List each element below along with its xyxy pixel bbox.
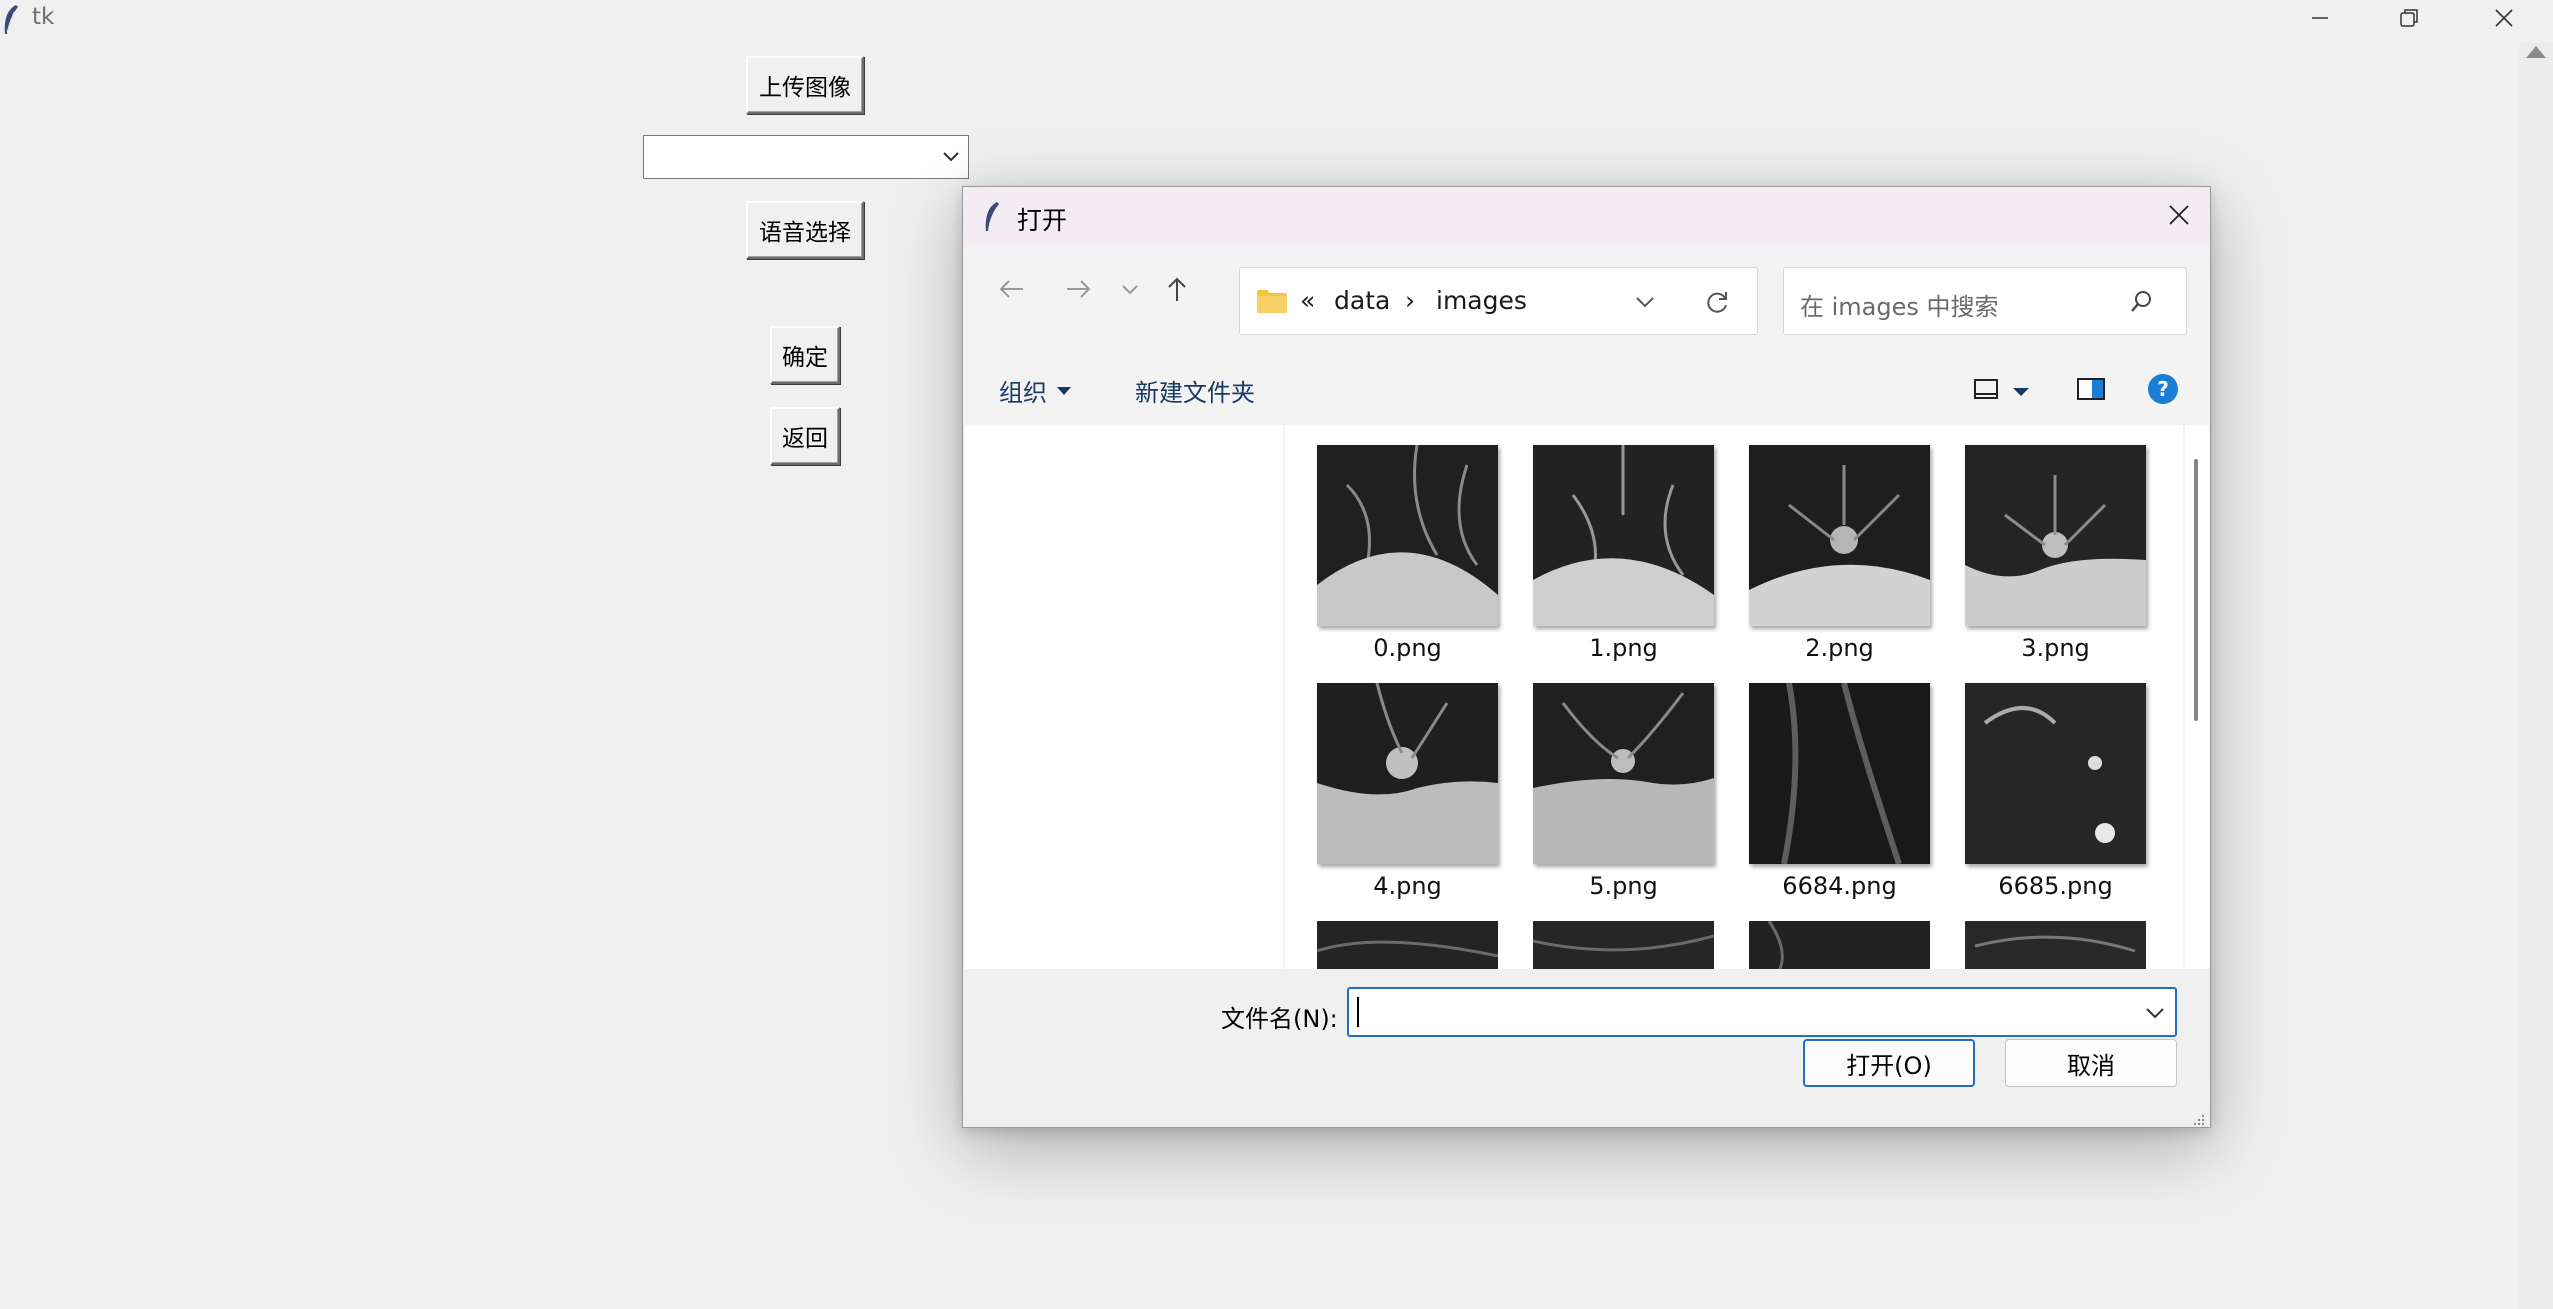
refresh-icon[interactable] (1704, 290, 1730, 320)
image-thumbnail (1533, 921, 1714, 969)
new-folder-button[interactable]: 新建文件夹 (1135, 359, 1255, 421)
breadcrumb-separator[interactable]: › (1405, 286, 1415, 315)
back-nav-button[interactable] (989, 269, 1033, 313)
image-thumbnail (1533, 445, 1714, 626)
back-arrow-icon (997, 277, 1025, 305)
address-history-chevron-icon[interactable] (1635, 294, 1655, 313)
breadcrumb-images[interactable]: images (1436, 286, 1527, 315)
preview-pane-icon[interactable] (2077, 377, 2105, 405)
close-icon (2167, 203, 2191, 231)
breadcrumb-data[interactable]: data (1334, 286, 1390, 315)
image-thumbnail (1533, 683, 1714, 864)
file-tile[interactable] (1749, 921, 1930, 969)
forward-arrow-icon (1065, 277, 1093, 305)
scroll-up-arrow-icon[interactable] (2526, 46, 2546, 58)
feather-icon (983, 201, 1001, 237)
image-thumbnail (1965, 445, 2146, 626)
file-tile[interactable]: 0.png (1317, 445, 1498, 662)
restore-icon (2398, 7, 2420, 33)
cancel-button[interactable]: 取消 (2005, 1039, 2177, 1087)
close-button[interactable] (2465, 0, 2543, 40)
file-tile[interactable]: 4.png (1317, 683, 1498, 900)
minimize-icon (2310, 8, 2330, 32)
scrollbar-thumb[interactable] (2194, 459, 2198, 721)
file-name: 6685.png (1998, 872, 2113, 900)
feather-icon (2, 4, 20, 36)
image-thumbnail (1317, 445, 1498, 626)
file-tile[interactable] (1317, 921, 1498, 969)
chevron-down-icon[interactable] (2145, 1005, 2165, 1024)
option-combobox[interactable] (643, 135, 969, 179)
view-icon (1973, 377, 1999, 405)
organize-menu[interactable]: 组织 (999, 359, 1071, 421)
recent-locations-button[interactable] (1115, 269, 1145, 313)
dialog-title: 打开 (1017, 206, 1068, 235)
search-placeholder: 在 images 中搜索 (1800, 293, 1999, 321)
up-arrow-icon (1165, 275, 1189, 307)
command-bar: 组织 新建文件夹 ? (963, 359, 2210, 421)
image-thumbnail (1749, 445, 1930, 626)
search-box[interactable]: 在 images 中搜索 (1783, 267, 2187, 335)
breadcrumb-overflow[interactable]: « (1300, 286, 1315, 315)
text-caret (1357, 997, 1359, 1027)
dialog-titlebar: 打开 (963, 187, 2210, 247)
minimize-button[interactable] (2281, 0, 2359, 40)
image-thumbnail (1317, 921, 1498, 969)
file-tile[interactable]: 5.png (1533, 683, 1714, 900)
image-thumbnail (1965, 683, 2146, 864)
upload-image-button[interactable]: 上传图像 (746, 56, 864, 114)
search-icon (2129, 288, 2155, 318)
file-name: 6684.png (1782, 872, 1897, 900)
file-name: 1.png (1589, 634, 1658, 662)
voice-select-button[interactable]: 语音选择 (746, 201, 864, 259)
file-tile[interactable]: 6685.png (1965, 683, 2146, 900)
address-bar[interactable]: « data › images (1239, 267, 1758, 335)
filename-label: 文件名(N): (1221, 1005, 1338, 1033)
restore-button[interactable] (2370, 0, 2448, 40)
file-tile[interactable]: 3.png (1965, 445, 2146, 662)
file-name: 3.png (2021, 634, 2090, 662)
organize-label: 组织 (999, 378, 1047, 407)
file-tile[interactable]: 6684.png (1749, 683, 1930, 900)
file-tile[interactable] (1533, 921, 1714, 969)
chevron-down-icon (942, 149, 960, 168)
navigation-pane[interactable] (965, 425, 1283, 969)
file-name: 5.png (1589, 872, 1658, 900)
image-thumbnail (1317, 683, 1498, 864)
filename-input[interactable] (1347, 987, 2177, 1037)
close-icon (2493, 7, 2515, 33)
forward-nav-button[interactable] (1057, 269, 1101, 313)
window-titlebar: tk (0, 0, 2553, 42)
folder-icon (1256, 288, 1288, 318)
resize-grip-icon[interactable] (2190, 1111, 2206, 1131)
file-name: 0.png (1373, 634, 1442, 662)
new-folder-label: 新建文件夹 (1135, 378, 1255, 407)
file-name: 2.png (1805, 634, 1874, 662)
change-view-button[interactable] (1973, 377, 2029, 405)
view-dropdown-arrow-icon (2013, 382, 2029, 401)
open-button[interactable]: 打开(O) (1803, 1039, 1975, 1087)
file-tile[interactable] (1965, 921, 2146, 969)
image-thumbnail (1749, 921, 1930, 969)
back-button[interactable]: 返回 (770, 407, 840, 465)
file-list[interactable]: 0.png 1.png 2.png 3.png 4.png 5.png 6684… (1285, 425, 2183, 969)
confirm-button[interactable]: 确定 (770, 326, 840, 384)
help-icon[interactable]: ? (2147, 373, 2179, 409)
svg-text:?: ? (2157, 377, 2169, 401)
window-title: tk (32, 4, 55, 30)
recent-chevron-icon (1121, 282, 1139, 301)
dialog-close-button[interactable] (2161, 199, 2197, 235)
file-tile[interactable]: 2.png (1749, 445, 1930, 662)
file-tile[interactable]: 1.png (1533, 445, 1714, 662)
dialog-footer: 文件名(N): 打开(O) 取消 (963, 969, 2210, 1127)
image-thumbnail (1749, 683, 1930, 864)
image-thumbnail (1965, 921, 2146, 969)
dropdown-arrow-icon (1057, 381, 1071, 400)
file-name: 4.png (1373, 872, 1442, 900)
window-scrollbar[interactable] (2519, 42, 2553, 1309)
up-nav-button[interactable] (1155, 269, 1199, 313)
open-file-dialog: 打开 « data › images 在 images 中搜索 组织 新建文件夹… (962, 186, 2211, 1128)
